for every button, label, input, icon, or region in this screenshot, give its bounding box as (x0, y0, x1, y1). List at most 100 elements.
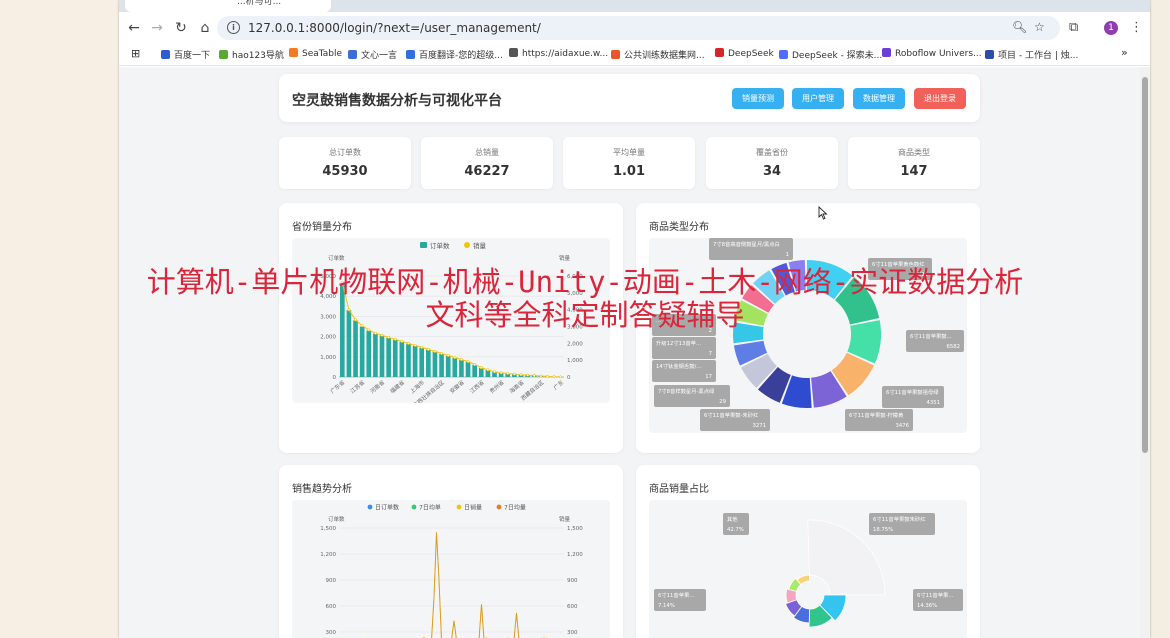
share-donut-svg[interactable]: 其他 42.7% 6寸11音苹果鼓朱砂红 18.75% 6寸11音苹果... 14.36%… (649, 500, 967, 638)
bar-orders (359, 326, 365, 377)
point-sales (440, 352, 443, 355)
bookmark-item[interactable]: 文心一言 (348, 48, 397, 61)
profile-avatar[interactable]: 1 (1104, 21, 1118, 35)
extensions-icon[interactable]: ⧉ (1069, 20, 1078, 35)
bookmark-item[interactable]: hao123导航 (219, 48, 284, 61)
y2-tick-label: 1,200 (567, 552, 583, 558)
home-icon[interactable]: ⌂ (196, 19, 214, 37)
trend-line-chart-svg[interactable]: 日订单数 7日均单 日销量 7日均量订单数 销量 300 600 900 1,200 1,500 3… (292, 500, 610, 638)
bookmark-item[interactable]: 百度一下 (161, 48, 210, 61)
bookmark-item[interactable]: SeaTable (289, 48, 342, 59)
stat-label: 平均单量 (613, 148, 645, 157)
legend-swatch-trend (411, 504, 417, 510)
slice-label-name: ... (656, 318, 661, 324)
point-sales (493, 370, 496, 374)
y2-axis-title: 销量 (559, 515, 571, 523)
bar-orders (426, 349, 431, 377)
point-sales (413, 343, 417, 347)
bar-orders (346, 310, 352, 377)
panel-title: 商品销量占比 (649, 484, 709, 495)
forward-icon[interactable]: → (148, 19, 166, 37)
slice-label-value: 6621 (915, 272, 928, 278)
slice-label-value: 4351 (927, 400, 940, 406)
bookmark-item[interactable]: 百度翻译-您的超级... (406, 48, 503, 61)
header-card: 空灵鼓销售数据分析与可视化平台 销量预测 用户管理 数据管理 退出登录 (279, 74, 980, 122)
point-sales (512, 372, 516, 376)
point-sales (532, 374, 536, 377)
address-bar[interactable]: i 127.0.0.1:8000/login/?next=/user_manag… (217, 16, 1060, 40)
x-tick-label: 广东 (552, 378, 566, 392)
point-sales (400, 339, 404, 343)
back-icon[interactable]: ← (125, 19, 143, 37)
menu-kebab-icon[interactable]: ⋮ (1130, 20, 1143, 35)
point-sales (420, 345, 424, 349)
point-sales (367, 328, 371, 332)
slice-label-value: 3476 (896, 423, 910, 429)
scrollbar-thumb[interactable] (1142, 77, 1148, 453)
category-donut-svg[interactable]: 7寸8音高音侧鼓星月/黑点白 1 6寸11音苹果黄色鼓红 6621 6寸11音苹果鼓..… (649, 238, 967, 433)
forecast-button[interactable]: 销量预测 (732, 88, 784, 109)
more-bookmarks-icon[interactable]: » (1121, 46, 1128, 59)
bookmark-item[interactable]: Roboflow Univers... (882, 48, 982, 59)
x-tick-label: 安徽省 (448, 378, 466, 395)
share-chart[interactable]: 其他 42.7% 6寸11音苹果鼓朱砂红 18.75% 6寸11音苹果... 14.36%… (649, 500, 967, 638)
slice-label-value: 3271 (753, 423, 766, 429)
zoom-icon[interactable]: 🔍︎ (1012, 20, 1027, 34)
data-management-button[interactable]: 数据管理 (853, 88, 905, 109)
bookmark-item[interactable]: 项目 - 工作台 | 烛... (985, 48, 1078, 61)
trend-chart[interactable]: 日订单数 7日均单 日销量 7日均量 订单数 销量 300 600 900 1,200 1,500 3… (292, 500, 610, 638)
point-sales (479, 366, 483, 369)
bookmark-item[interactable]: DeepSeek (715, 48, 774, 59)
bookmark-item[interactable]: 公共训练数据集网... (611, 48, 705, 61)
province-chart[interactable]: 订单数 销量 订单数 销量 0 1,000 2,000 3,000 4,000 5,000 0 1,0… (292, 238, 610, 409)
stat-value: 45930 (322, 164, 368, 179)
bookmark-label: 百度一下 (174, 51, 211, 61)
x-tick-label: 河南省 (368, 378, 386, 395)
point-sales (340, 281, 344, 285)
y2-tick-label: 2,000 (567, 341, 583, 347)
legend-label-orders: 订单数 (430, 241, 450, 250)
share-label-value: 14.36% (917, 603, 937, 609)
category-chart[interactable]: 7寸8音高音侧鼓星月/黑点白 1 6寸11音苹果黄色鼓红 6621 6寸11音苹果鼓..… (649, 238, 967, 433)
bookmark-favicon-icon (289, 48, 298, 57)
site-info-icon[interactable]: i (227, 21, 240, 34)
y-axis-title: 订单数 (328, 254, 345, 262)
page-scrollbar[interactable] (1140, 67, 1150, 638)
stat-card-average: 平均单量 1.01 (563, 137, 695, 189)
bar-orders (379, 335, 385, 377)
point-sales (539, 374, 543, 378)
bar-orders (459, 359, 464, 377)
bar-orders (452, 357, 458, 377)
point-sales (552, 375, 556, 379)
bookmark-label: DeepSeek (728, 49, 774, 59)
bookmark-star-icon[interactable]: ☆ (1034, 20, 1045, 34)
address-url[interactable]: 127.0.0.1:8000/login/?next=/user_managem… (248, 21, 541, 35)
share-label-name: 其他 (727, 515, 738, 523)
bookmark-favicon-icon (611, 50, 620, 59)
bookmark-item[interactable]: https://aidaxue.w... (509, 48, 608, 59)
apps-grid-icon[interactable]: ⊞ (131, 47, 140, 60)
y-tick-label: 1,500 (320, 526, 336, 532)
point-sales (499, 371, 503, 375)
reload-icon[interactable]: ↻ (172, 19, 190, 37)
province-bar-chart-svg[interactable]: 订单数 销量订单数 销量01,0002,0003,0004,0005,00001,0… (292, 238, 610, 409)
bookmark-item[interactable]: DeepSeek - 探索未... (779, 48, 882, 61)
y2-tick-label: 1,000 (567, 358, 583, 364)
legend-label-trend: 日订单数 (375, 504, 399, 512)
logout-button[interactable]: 退出登录 (914, 88, 966, 109)
slice-label-name: 7寸8音样鼓星月-黑点绿 (658, 387, 715, 395)
y-tick-label: 1,200 (320, 552, 336, 558)
share-label-name: 6寸11音苹果... (658, 591, 695, 599)
stat-card-sales: 总销量 46227 (421, 137, 553, 189)
point-sales (526, 373, 530, 377)
point-sales (466, 360, 470, 363)
y2-tick-label: 0 (567, 375, 571, 381)
x-tick-label: 西藏自治区 (519, 378, 546, 402)
stat-value: 46227 (464, 164, 510, 179)
bar-orders (412, 345, 418, 377)
x-tick-label: 贵州省 (488, 378, 506, 395)
x-tick-label: 福建省 (388, 378, 406, 395)
bookmark-label: Roboflow Univers... (895, 49, 982, 59)
user-management-button[interactable]: 用户管理 (792, 88, 844, 109)
browser-tab[interactable]: ...析与可... (125, 0, 331, 12)
